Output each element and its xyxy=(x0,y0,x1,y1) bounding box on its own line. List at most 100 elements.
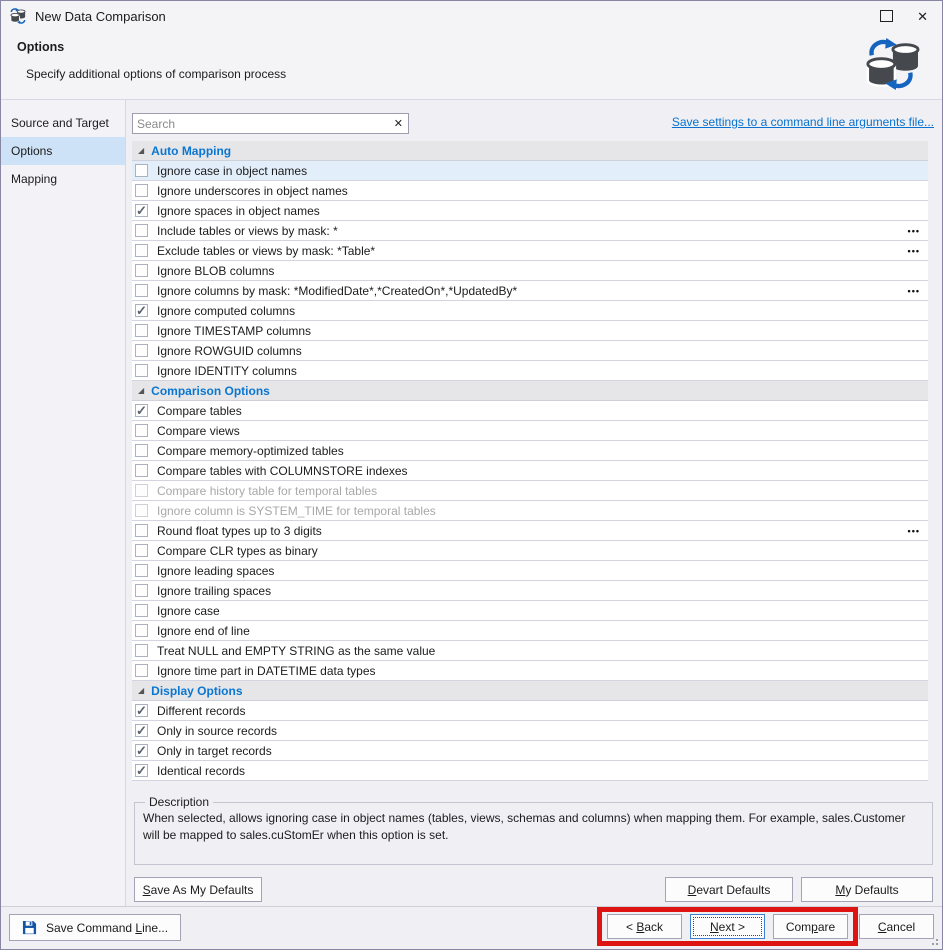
option-row[interactable]: Ignore case in object names xyxy=(132,161,928,181)
option-row[interactable]: ✓ Only in source records xyxy=(132,721,928,741)
compare-button[interactable]: Compare xyxy=(773,914,848,939)
checkbox-unchecked[interactable] xyxy=(135,444,148,457)
sidebar-item-source-and-target[interactable]: Source and Target xyxy=(1,109,125,137)
checkbox-checked[interactable]: ✓ xyxy=(135,404,148,417)
close-icon[interactable]: ✕ xyxy=(917,10,928,23)
search-box: ✕ xyxy=(132,113,409,134)
checkbox-unchecked[interactable] xyxy=(135,284,148,297)
option-label: Only in target records xyxy=(157,743,272,758)
cancel-button[interactable]: Cancel xyxy=(859,914,934,939)
option-label: Identical records xyxy=(157,763,246,778)
section-header[interactable]: ◢ Display Options xyxy=(132,681,928,701)
option-label: Ignore leading spaces xyxy=(157,563,275,578)
checkbox-checked[interactable]: ✓ xyxy=(135,304,148,317)
option-label: Ignore spaces in object names xyxy=(157,203,320,218)
option-row[interactable]: Compare tables with COLUMNSTORE indexes xyxy=(132,461,928,481)
sidebar-item-options[interactable]: Options xyxy=(1,137,125,165)
checkbox-unchecked[interactable] xyxy=(135,424,148,437)
checkbox-unchecked[interactable] xyxy=(135,344,148,357)
checkbox-unchecked[interactable] xyxy=(135,244,148,257)
section-header[interactable]: ◢ Comparison Options xyxy=(132,381,928,401)
option-row[interactable]: Ignore trailing spaces xyxy=(132,581,928,601)
option-row[interactable]: Treat NULL and EMPTY STRING as the same … xyxy=(132,641,928,661)
option-row[interactable]: Round float types up to 3 digits ••• xyxy=(132,521,928,541)
save-settings-link[interactable]: Save settings to a command line argument… xyxy=(672,115,934,129)
devart-defaults-button[interactable]: Devart Defaults xyxy=(665,877,793,902)
option-row[interactable]: Compare views xyxy=(132,421,928,441)
option-label: Compare history table for temporal table… xyxy=(157,483,378,498)
sidebar-item-mapping[interactable]: Mapping xyxy=(1,165,125,193)
title-bar: New Data Comparison ✕ xyxy=(1,1,942,31)
page-subtitle: Specify additional options of comparison… xyxy=(26,67,287,81)
option-row[interactable]: Ignore time part in DATETIME data types xyxy=(132,661,928,681)
checkbox-unchecked[interactable] xyxy=(135,364,148,377)
checkbox-unchecked[interactable] xyxy=(135,584,148,597)
checkbox-unchecked[interactable] xyxy=(135,184,148,197)
back-button[interactable]: < Back xyxy=(607,914,682,939)
option-row[interactable]: Ignore column is SYSTEM_TIME for tempora… xyxy=(132,501,928,521)
my-defaults-button[interactable]: My Defaults xyxy=(801,877,933,902)
checkbox-unchecked[interactable] xyxy=(135,544,148,557)
checkbox-checked[interactable]: ✓ xyxy=(135,744,148,757)
checkbox-unchecked[interactable] xyxy=(135,504,148,517)
option-row[interactable]: Ignore case xyxy=(132,601,928,621)
option-row[interactable]: Ignore BLOB columns xyxy=(132,261,928,281)
checkbox-unchecked[interactable] xyxy=(135,524,148,537)
option-row[interactable]: Ignore underscores in object names xyxy=(132,181,928,201)
option-row[interactable]: Compare memory-optimized tables xyxy=(132,441,928,461)
option-row[interactable]: Compare history table for temporal table… xyxy=(132,481,928,501)
option-row[interactable]: ✓ Different records xyxy=(132,701,928,721)
option-row[interactable]: Ignore columns by mask: *ModifiedDate*,*… xyxy=(132,281,928,301)
checkbox-checked[interactable]: ✓ xyxy=(135,724,148,737)
maximize-icon[interactable] xyxy=(880,10,894,22)
floppy-disk-icon xyxy=(22,920,37,935)
option-row[interactable]: Exclude tables or views by mask: *Table*… xyxy=(132,241,928,261)
checkbox-unchecked[interactable] xyxy=(135,224,148,237)
option-row[interactable]: ✓ Compare tables xyxy=(132,401,928,421)
option-row[interactable]: ✓ Only in target records xyxy=(132,741,928,761)
checkbox-unchecked[interactable] xyxy=(135,604,148,617)
checkbox-unchecked[interactable] xyxy=(135,464,148,477)
option-label: Include tables or views by mask: * xyxy=(157,223,338,238)
checkbox-checked[interactable]: ✓ xyxy=(135,764,148,777)
checkbox-unchecked[interactable] xyxy=(135,564,148,577)
option-row[interactable]: Compare CLR types as binary xyxy=(132,541,928,561)
ellipsis-button[interactable]: ••• xyxy=(908,246,920,256)
next-button[interactable]: Next > xyxy=(690,914,765,939)
window-title: New Data Comparison xyxy=(35,8,166,24)
option-row[interactable]: ✓ Identical records xyxy=(132,761,928,781)
save-command-line-button[interactable]: Save Command Line... xyxy=(9,914,182,941)
checkbox-unchecked[interactable] xyxy=(135,664,148,677)
ellipsis-button[interactable]: ••• xyxy=(908,526,920,536)
ellipsis-button[interactable]: ••• xyxy=(908,286,920,296)
collapse-triangle-icon: ◢ xyxy=(138,685,145,695)
checkbox-unchecked[interactable] xyxy=(135,164,148,177)
option-row[interactable]: ✓ Ignore spaces in object names xyxy=(132,201,928,221)
option-row[interactable]: Ignore leading spaces xyxy=(132,561,928,581)
resize-grip[interactable] xyxy=(936,943,938,945)
checkbox-unchecked[interactable] xyxy=(135,264,148,277)
option-row[interactable]: Ignore end of line xyxy=(132,621,928,641)
checkbox-unchecked[interactable] xyxy=(135,324,148,337)
option-row[interactable]: Ignore IDENTITY columns xyxy=(132,361,928,381)
search-input[interactable] xyxy=(133,116,394,131)
save-as-my-defaults-button[interactable]: Save As My Defaults xyxy=(134,877,262,902)
option-row[interactable]: Ignore TIMESTAMP columns xyxy=(132,321,928,341)
dialog-body: Source and Target Options Mapping ✕ Save… xyxy=(1,100,942,907)
checkbox-checked[interactable]: ✓ xyxy=(135,704,148,717)
option-label: Ignore BLOB columns xyxy=(157,263,275,278)
checkbox-unchecked[interactable] xyxy=(135,644,148,657)
option-row[interactable]: Ignore ROWGUID columns xyxy=(132,341,928,361)
checkbox-checked[interactable]: ✓ xyxy=(135,204,148,217)
option-row[interactable]: Include tables or views by mask: * ••• xyxy=(132,221,928,241)
button-label: Next > xyxy=(709,919,746,934)
ellipsis-button[interactable]: ••• xyxy=(908,226,920,236)
option-label: Round float types up to 3 digits xyxy=(157,523,322,538)
option-row[interactable]: ✓ Ignore computed columns xyxy=(132,301,928,321)
section-header[interactable]: ◢ Auto Mapping xyxy=(132,141,928,161)
description-groupbox: Description When selected, allows ignori… xyxy=(134,795,933,865)
checkbox-unchecked[interactable] xyxy=(135,624,148,637)
checkbox-unchecked[interactable] xyxy=(135,484,148,497)
clear-search-icon[interactable]: ✕ xyxy=(394,117,403,130)
option-label: Ignore underscores in object names xyxy=(157,183,348,198)
